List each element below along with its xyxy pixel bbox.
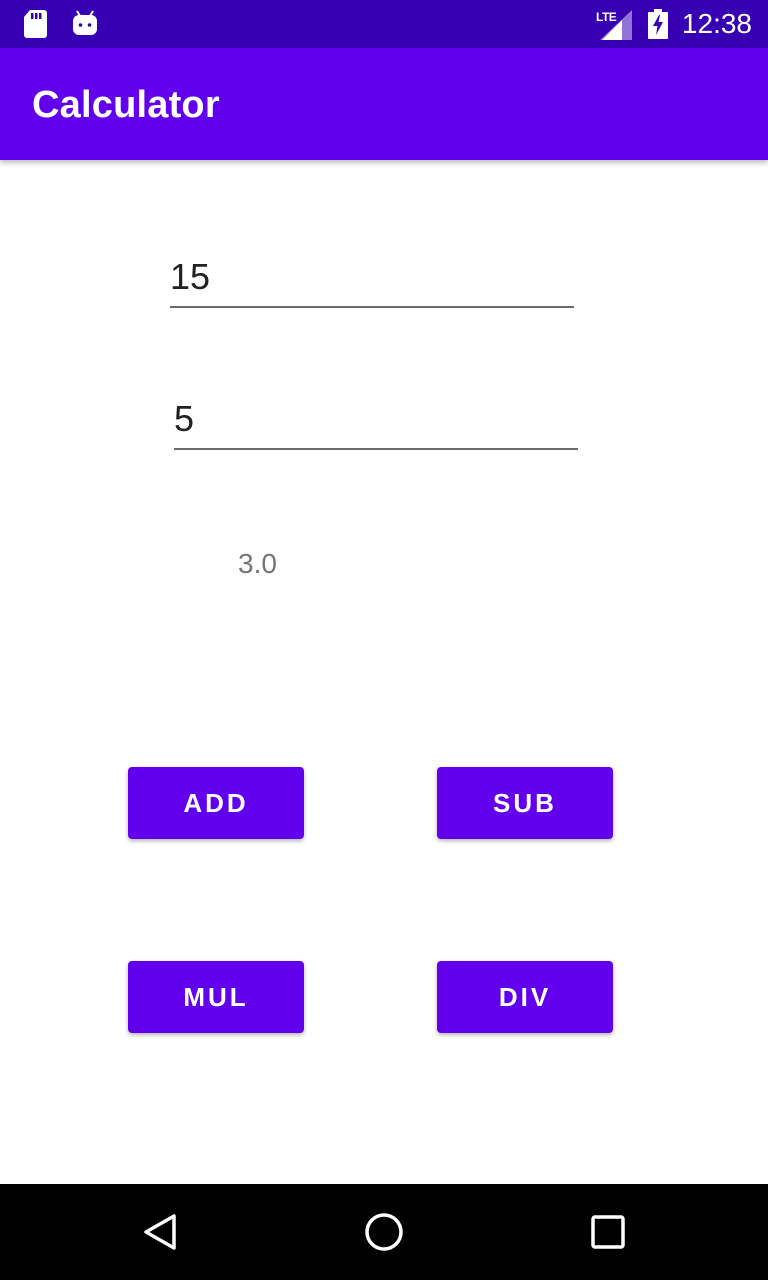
status-clock: 12:38 <box>681 8 752 39</box>
app-bar: Calculator <box>0 48 768 160</box>
home-icon[interactable] <box>364 1212 404 1257</box>
second-number-input[interactable] <box>174 390 578 448</box>
android-icon <box>72 10 98 41</box>
first-number-field[interactable] <box>170 248 574 308</box>
back-icon[interactable] <box>140 1212 180 1257</box>
app-title: Calculator <box>32 84 220 126</box>
second-number-field[interactable] <box>174 390 578 450</box>
mul-button[interactable]: MUL <box>128 961 304 1033</box>
sd-card-icon <box>24 10 48 43</box>
sub-button[interactable]: SUB <box>437 767 613 839</box>
add-button[interactable]: ADD <box>128 767 304 839</box>
div-button[interactable]: DIV <box>437 961 613 1033</box>
recents-icon[interactable] <box>588 1212 628 1257</box>
first-number-input[interactable] <box>170 248 574 306</box>
status-bar: LTE 12:38 <box>0 0 768 48</box>
battery-charging-icon <box>648 9 668 44</box>
navigation-bar <box>0 1184 768 1280</box>
signal-icon <box>600 10 632 45</box>
result-text: 3.0 <box>238 548 277 579</box>
